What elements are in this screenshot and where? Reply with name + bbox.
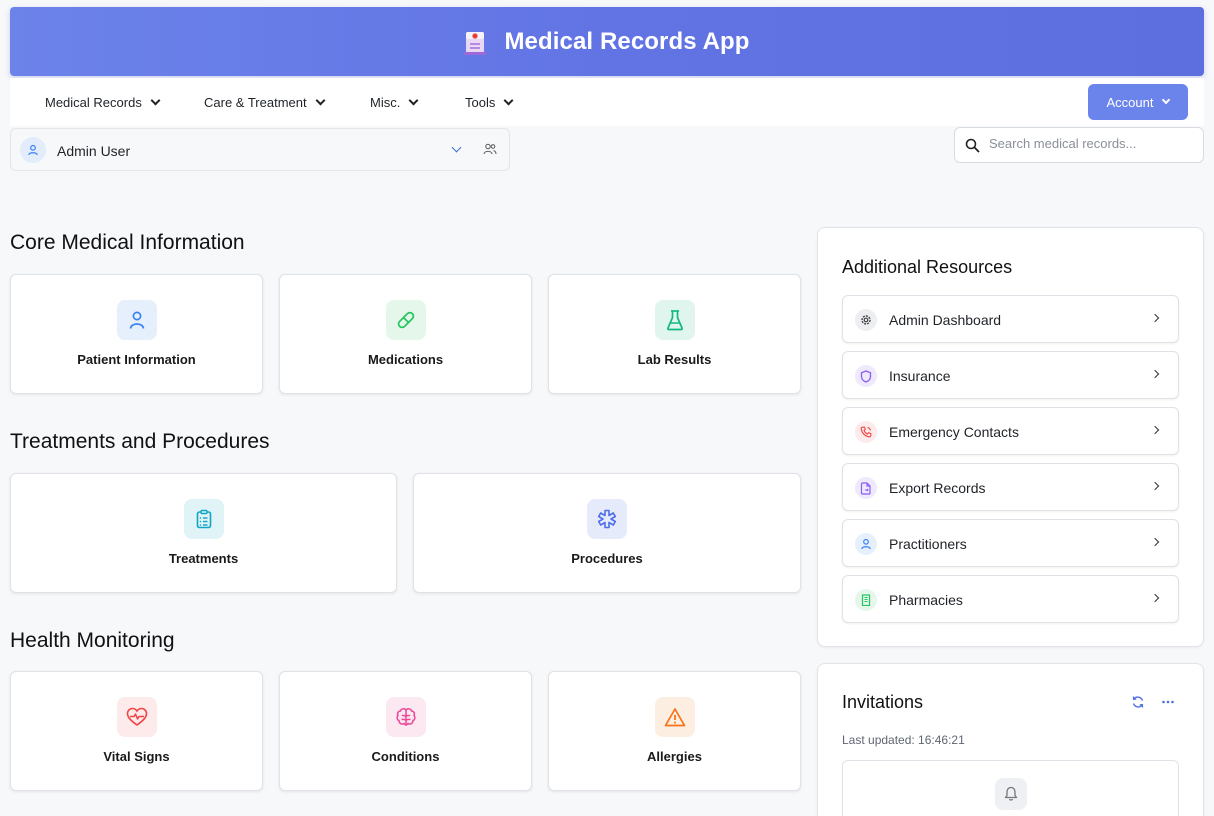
card-label: Treatments	[168, 551, 239, 566]
card-lab-results[interactable]: Lab Results	[548, 274, 801, 394]
brain-icon	[385, 697, 426, 737]
app-title: Medical Records App	[504, 27, 750, 55]
chevron-down-icon	[1162, 95, 1171, 104]
phone-icon	[855, 421, 877, 443]
section-title-monitoring: Health Monitoring	[10, 629, 175, 652]
nav-label: Medical Records	[45, 95, 142, 110]
avatar	[20, 137, 46, 163]
card-label: Procedures	[571, 551, 643, 566]
resource-label: Pharmacies	[889, 592, 963, 608]
nav-care-treatment[interactable]: Care & Treatment	[204, 95, 326, 110]
resource-export-records[interactable]: Export Records	[842, 463, 1179, 511]
search-input[interactable]	[989, 136, 1189, 151]
resource-label: Insurance	[889, 368, 951, 384]
resource-practitioners[interactable]: Practitioners	[842, 519, 1179, 567]
panel-title: Additional Resources	[842, 257, 1013, 277]
hospital-icon	[464, 29, 487, 55]
nav-label: Misc.	[370, 95, 401, 110]
panel-title: Invitations	[842, 692, 924, 712]
resource-label: Admin Dashboard	[889, 312, 1002, 328]
person-icon	[116, 300, 157, 340]
card-label: Patient Information	[77, 352, 196, 367]
file-export-icon	[855, 477, 877, 499]
resource-pharmacies[interactable]: Pharmacies	[842, 575, 1179, 623]
nav-label: Care & Treatment	[204, 95, 307, 110]
account-label: Account	[1106, 94, 1154, 110]
search-icon	[965, 138, 980, 158]
chevron-down-icon	[315, 95, 326, 105]
account-button[interactable]: Account	[1088, 84, 1188, 120]
card-label: Allergies	[647, 749, 702, 764]
bell-icon	[995, 778, 1027, 810]
additional-resources-panel: Additional Resources Admin Dashboard Ins…	[817, 227, 1204, 647]
chevron-down-icon	[503, 95, 514, 105]
card-allergies[interactable]: Allergies	[548, 671, 801, 791]
card-conditions[interactable]: Conditions	[279, 671, 532, 791]
user-name: Admin User	[57, 143, 131, 159]
person-icon	[855, 533, 877, 555]
resource-label: Practitioners	[889, 536, 967, 552]
users-icon[interactable]	[483, 142, 497, 161]
section-title-core: Core Medical Information	[10, 231, 245, 254]
chevron-right-icon	[1150, 481, 1160, 491]
person-icon	[28, 144, 38, 156]
nav-medical-records[interactable]: Medical Records	[45, 95, 161, 110]
pill-icon	[385, 300, 426, 340]
card-vital-signs[interactable]: Vital Signs	[10, 671, 263, 791]
last-updated-text: Last updated: 16:46:21	[842, 733, 965, 747]
warning-icon	[654, 697, 695, 737]
card-procedures[interactable]: Procedures	[413, 473, 801, 593]
card-label: Medications	[367, 352, 444, 367]
section-title-treatments: Treatments and Procedures	[10, 430, 270, 453]
card-label: Lab Results	[637, 352, 712, 367]
resource-admin-dashboard[interactable]: Admin Dashboard	[842, 295, 1179, 343]
resource-label: Emergency Contacts	[889, 424, 1019, 440]
gear-icon	[855, 309, 877, 331]
nav-misc[interactable]: Misc.	[370, 95, 419, 110]
resource-insurance[interactable]: Insurance	[842, 351, 1179, 399]
refresh-icon[interactable]	[1131, 695, 1145, 714]
shield-icon	[855, 365, 877, 387]
chevron-down-icon	[408, 95, 419, 105]
chevron-right-icon	[1150, 313, 1160, 323]
resource-label: Export Records	[889, 480, 986, 496]
clipboard-icon	[183, 499, 224, 539]
more-options-icon[interactable]	[1161, 695, 1175, 714]
app-header: Medical Records App	[10, 7, 1204, 76]
medical-cross-icon	[587, 499, 627, 539]
chevron-down-icon[interactable]	[451, 142, 462, 153]
building-icon	[855, 589, 877, 611]
user-selector[interactable]: Admin User	[10, 128, 510, 171]
invitations-panel: Invitations Last updated: 16:46:21	[817, 663, 1204, 816]
card-label: Conditions	[371, 749, 440, 764]
heart-pulse-icon	[116, 697, 157, 737]
chevron-right-icon	[1150, 425, 1160, 435]
card-patient-information[interactable]: Patient Information	[10, 274, 263, 394]
card-medications[interactable]: Medications	[279, 274, 532, 394]
card-treatments[interactable]: Treatments	[10, 473, 397, 593]
card-label: Vital Signs	[103, 749, 170, 764]
flask-icon	[654, 300, 695, 340]
chevron-right-icon	[1150, 537, 1160, 547]
chevron-right-icon	[1150, 369, 1160, 379]
chevron-right-icon	[1150, 593, 1160, 603]
main-navbar: Medical Records Care & Treatment Misc. T…	[10, 78, 1204, 126]
search-box	[954, 127, 1204, 163]
chevron-down-icon	[150, 95, 161, 105]
nav-label: Tools	[465, 95, 496, 110]
invitations-empty-state	[842, 760, 1179, 816]
resource-emergency-contacts[interactable]: Emergency Contacts	[842, 407, 1179, 455]
nav-tools[interactable]: Tools	[465, 95, 514, 110]
